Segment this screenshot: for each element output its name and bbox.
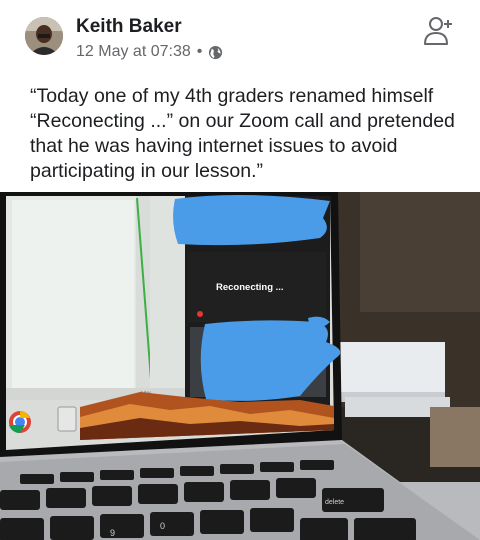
globe-icon [208,45,223,60]
author-avatar[interactable] [25,17,63,55]
redaction-top [173,194,330,246]
post-photo[interactable]: 80% Reconecting ... [0,192,480,540]
author-name[interactable]: Keith Baker [76,16,182,38]
post-timestamp[interactable]: 12 May at 07:38 [76,43,191,61]
zoom-reconnecting-label: Reconecting ... [216,282,284,293]
key-delete-label: delete [325,499,344,506]
add-friend-icon[interactable] [422,14,456,48]
post-meta: 12 May at 07:38 • [76,43,223,61]
post-text: “Today one of my 4th graders renamed him… [30,85,455,182]
post-header: Keith Baker 12 May at 07:38 • [0,0,480,66]
facebook-post-card: Keith Baker 12 May at 07:38 • “Today one… [0,0,480,540]
key-9-label: 9 [110,528,115,538]
meta-separator: • [196,43,203,60]
key-0-label: 0 [160,521,165,531]
